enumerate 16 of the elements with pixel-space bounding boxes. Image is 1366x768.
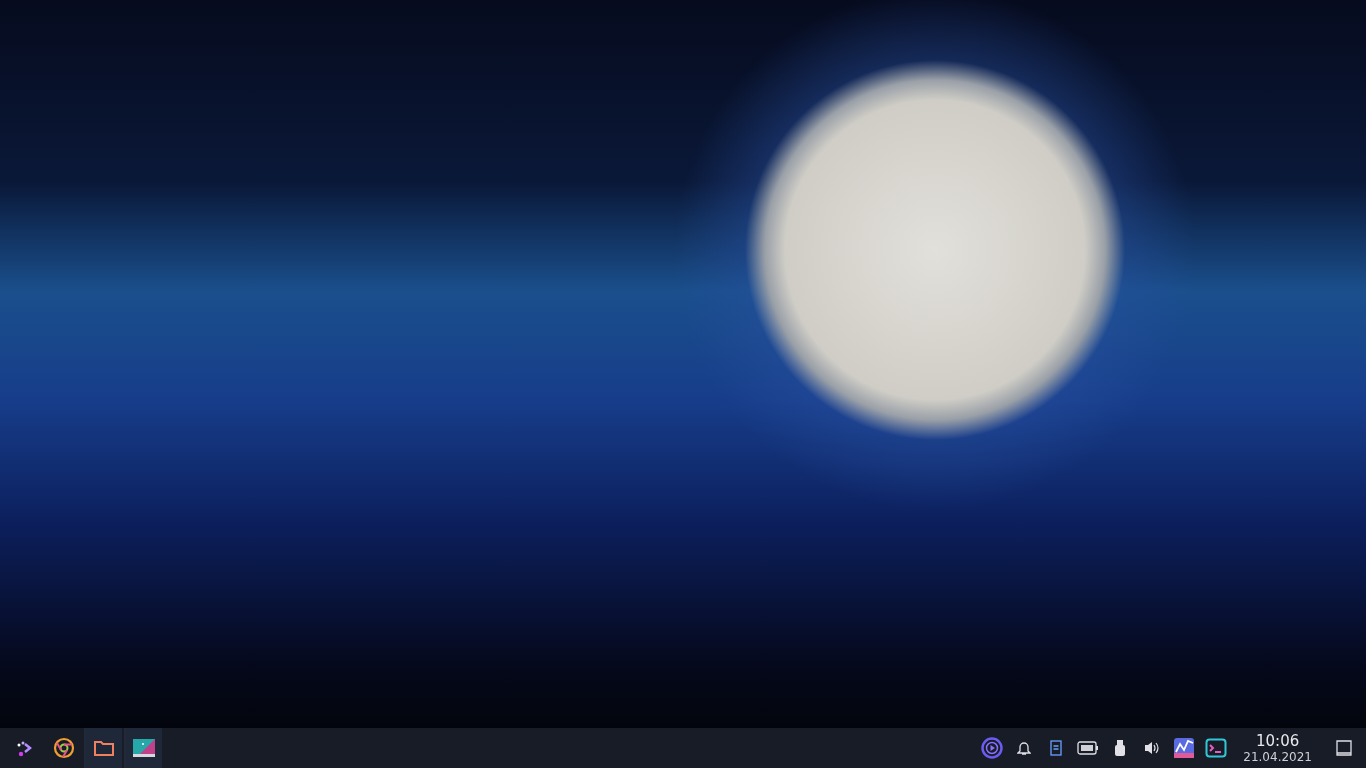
play-icon xyxy=(981,737,1004,759)
taskbar-button[interactable] xyxy=(84,728,122,768)
image-viewer-icon xyxy=(132,738,156,758)
notes-icon xyxy=(1050,740,1063,756)
show-desktop-icon xyxy=(1336,740,1352,756)
taskbar-button[interactable] xyxy=(124,728,162,768)
browser-icon xyxy=(53,737,75,759)
usb-drive-icon xyxy=(1114,739,1127,757)
system-monitor-icon xyxy=(1173,737,1196,759)
folder-icon xyxy=(93,738,115,758)
volume-icon xyxy=(1143,740,1162,756)
battery-icon xyxy=(1077,741,1100,755)
bell-icon xyxy=(1017,740,1032,756)
clock-time: 10:06 xyxy=(1256,732,1300,750)
terminal-icon xyxy=(1205,737,1228,759)
clock-date: 21.04.2021 xyxy=(1243,749,1312,764)
